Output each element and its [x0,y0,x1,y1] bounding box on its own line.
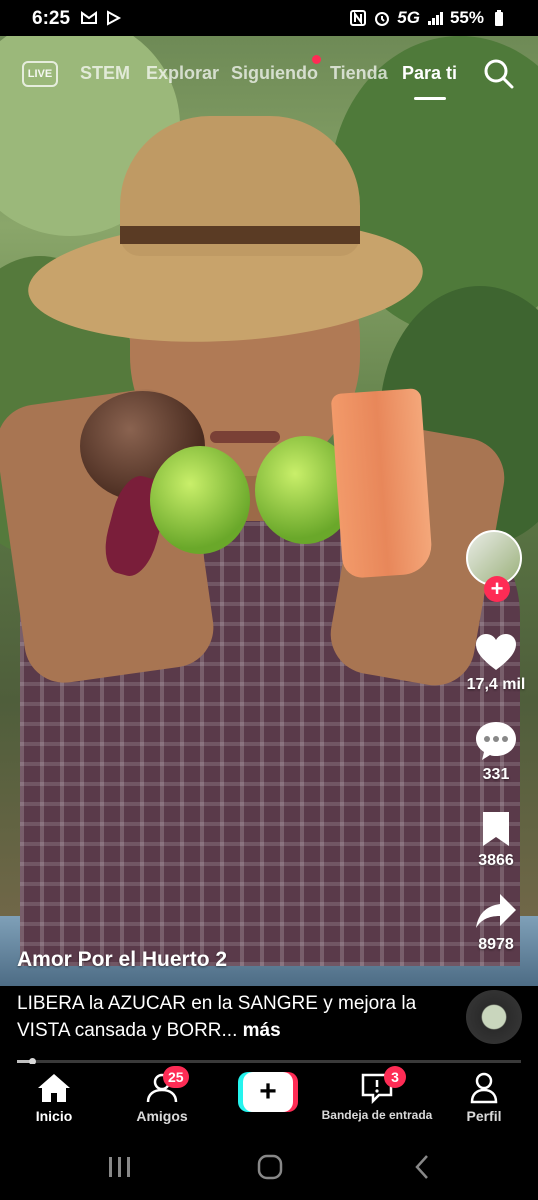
share-button[interactable]: 8978 [462,892,530,954]
battery-icon [495,10,503,26]
active-tab-indicator [414,97,446,100]
alarm-icon [375,12,390,26]
creator-avatar-button[interactable]: + [466,530,526,602]
top-nav: LIVE STEM Explorar Siguiendo Tienda Para… [0,55,538,100]
music-disc[interactable] [466,990,522,1044]
inbox-badge: 3 [384,1066,406,1088]
tab-inbox-label: Bandeja de entrada [321,1108,433,1122]
back-chevron-icon [415,1155,428,1179]
tab-siguiendo[interactable]: Siguiendo [231,63,318,84]
network-label: 5G [397,8,420,27]
play-icon [107,10,122,26]
home-circle-icon [257,1154,283,1180]
tab-profile[interactable]: Perfil [434,1072,534,1124]
share-arrow-icon[interactable] [474,892,518,932]
bottom-tab-bar: Inicio Amigos 25 + Bandeja de entrada 3 … [0,1064,538,1134]
system-nav-bar [0,1134,538,1200]
like-count: 17,4 mil [466,676,526,693]
mouth [210,431,280,443]
recents-button[interactable] [100,1152,140,1182]
hat-band [120,226,360,244]
status-time: 6:25 [32,8,71,29]
save-count: 3866 [478,852,514,869]
video-progress-bar[interactable] [17,1058,521,1065]
more-link[interactable]: más [243,1020,281,1041]
plus-icon: + [243,1072,293,1112]
battery-percent: 55% [449,8,484,27]
heart-icon[interactable] [474,632,518,672]
tab-tienda[interactable]: Tienda [330,63,388,84]
tab-friends[interactable]: Amigos [112,1072,212,1124]
tab-stem[interactable]: STEM [80,63,130,84]
comment-icon[interactable] [474,720,518,762]
tab-para-ti[interactable]: Para ti [402,63,457,84]
search-icon[interactable] [482,57,516,91]
caption-body: LIBERA la AZUCAR en la SANGRE y mejora l… [17,993,417,1041]
tab-explorar[interactable]: Explorar [146,63,219,84]
tab-home[interactable]: Inicio [4,1072,104,1124]
save-button[interactable]: 3866 [462,810,530,870]
tab-inbox[interactable]: Bandeja de entrada [318,1072,436,1122]
home-icon [38,1074,70,1102]
tab-friends-label: Amigos [136,1108,188,1124]
comment-count: 331 [482,766,510,783]
gmail-icon [81,11,97,24]
status-bar: 6:25 5G 55% [0,0,538,36]
tab-home-label: Inicio [35,1108,73,1124]
video-player[interactable] [0,36,538,986]
bookmark-icon[interactable] [479,810,513,848]
friends-badge: 25 [163,1066,189,1088]
live-button[interactable]: LIVE [22,61,58,87]
recents-icon [109,1157,130,1177]
signal-icon [427,12,443,25]
nfc-icon [350,10,367,26]
profile-icon [470,1072,498,1104]
comment-button[interactable]: 331 [462,720,530,784]
tab-profile-label: Perfil [466,1108,502,1124]
back-button[interactable] [402,1152,442,1182]
author-name[interactable]: Amor Por el Huerto 2 [17,948,227,972]
share-count: 8978 [478,936,514,953]
green-apple [150,446,250,554]
home-nav-button[interactable] [250,1152,290,1182]
caption-text[interactable]: LIBERA la AZUCAR en la SANGRE y mejora l… [17,990,447,1044]
follow-plus-icon[interactable]: + [484,576,510,602]
like-button[interactable]: 17,4 mil [462,632,530,694]
create-button[interactable]: + [238,1072,298,1112]
carrot-slice [330,388,434,579]
notification-dot [312,55,321,64]
